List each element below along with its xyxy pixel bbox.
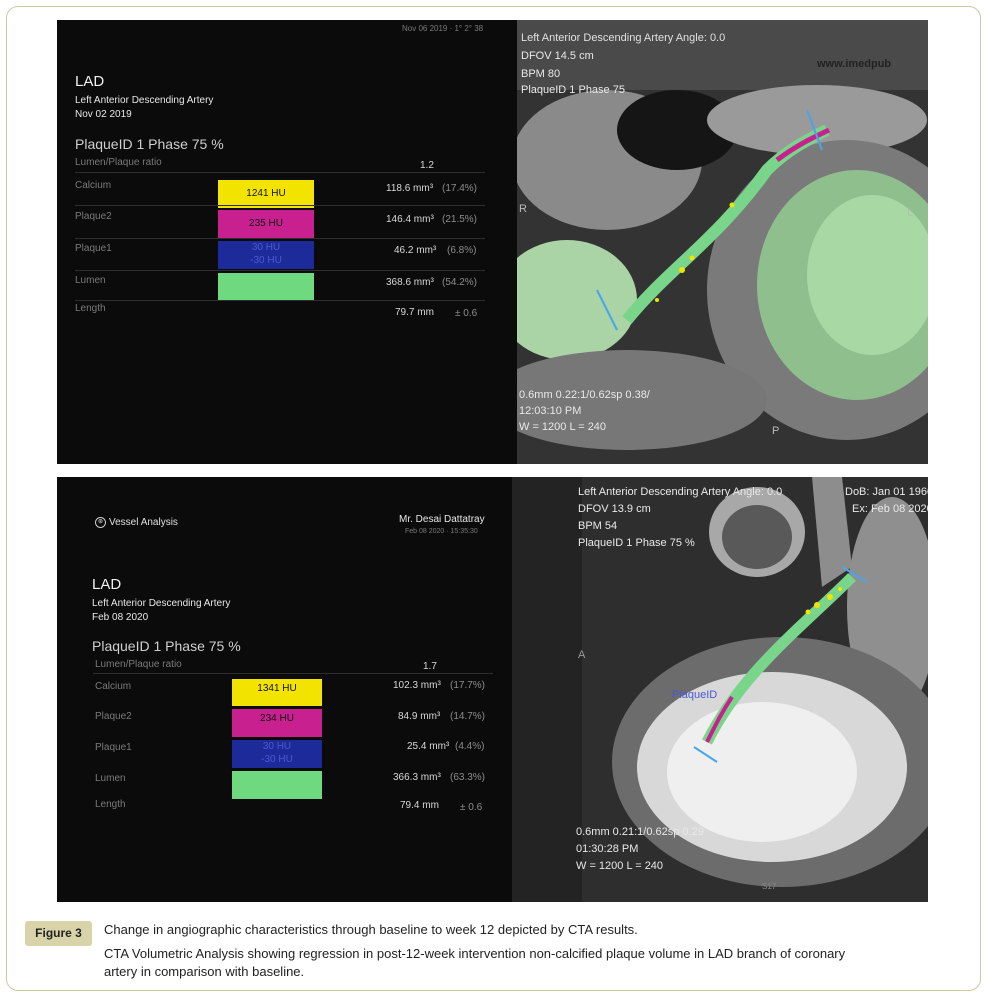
plaque1-swatch: 30 HU -30 HU	[232, 740, 322, 768]
ct-exam-date: Ex: Feb 08 2020	[852, 503, 928, 515]
plaque-header: PlaqueID 1 Phase 75 %	[92, 638, 241, 654]
row-label-lumen: Lumen	[75, 275, 106, 286]
figure-badge: Figure 3	[25, 921, 92, 946]
orientation-marker-l: L	[907, 207, 914, 219]
lumen-volume: 366.3 mm³	[393, 772, 441, 783]
orientation-marker-p: P	[772, 425, 780, 437]
ct-footer-window: W = 1200 L = 240	[576, 860, 664, 872]
calcium-percent: (17.4%)	[442, 183, 478, 194]
screenshot-panel-baseline: Nov 06 2019 · 1° 2° 38 LAD Left Anterior…	[57, 20, 928, 464]
plaque1-volume: 46.2 mm³	[394, 245, 437, 256]
plaque2-volume: 84.9 mm³	[398, 711, 441, 722]
timestamp: Feb 08 2020 · 15:35:30	[405, 528, 478, 535]
row-label-plaque2: Plaque2	[95, 711, 132, 722]
calcium-volume: 118.6 mm³	[386, 183, 434, 194]
calcium-swatch: 1341 HU	[232, 679, 322, 706]
plaque1-percent: (6.8%)	[447, 245, 477, 256]
ct-dfov: DFOV 14.5 cm	[521, 50, 594, 62]
row-label-length: Length	[75, 303, 106, 314]
vessel-name: Left Anterior Descending Artery	[92, 598, 231, 609]
plaque2-percent: (14.7%)	[450, 711, 486, 722]
calcium-volume: 102.3 mm³	[393, 680, 441, 691]
study-date: Nov 02 2019	[75, 109, 132, 120]
ratio-label: Lumen/Plaque ratio	[95, 659, 182, 670]
ct-bottom-label: S17	[762, 882, 777, 891]
lumen-volume: 368.6 mm³	[386, 277, 434, 288]
ct-footer-time: 01:30:28 PM	[576, 843, 639, 855]
ct-plaque-tag: PlaqueID	[672, 689, 718, 701]
length-value: 79.7 mm	[395, 307, 434, 318]
orientation-marker-a: A	[578, 649, 586, 661]
row-label-calcium: Calcium	[75, 180, 112, 191]
vessel-code: LAD	[92, 576, 122, 593]
plaque2-volume: 146.4 mm³	[386, 214, 434, 225]
ct-plaque-id: PlaqueID 1 Phase 75	[521, 84, 625, 96]
ratio-value: 1.7	[423, 661, 437, 672]
row-label-calcium: Calcium	[95, 681, 132, 692]
ct-image-baseline: Left Anterior Descending Artery Angle: 0…	[517, 20, 928, 464]
plaque1-percent: (4.4%)	[455, 741, 485, 752]
plaque1-swatch: 30 HU -30 HU	[218, 241, 314, 269]
ct-scan-graphic	[512, 477, 928, 902]
lumen-percent: (63.3%)	[450, 772, 486, 783]
ct-footer-window: W = 1200 L = 240	[519, 421, 607, 433]
watermark: www.imedpub	[817, 58, 892, 70]
ct-footer-time: 12:03:10 PM	[519, 405, 582, 417]
row-label-length: Length	[95, 799, 126, 810]
plaque-header: PlaqueID 1 Phase 75 %	[75, 136, 224, 152]
app-title: ⊛ Vessel Analysis	[95, 517, 178, 528]
ratio-value: 1.2	[420, 160, 434, 171]
divider	[93, 673, 493, 674]
row-label-plaque1: Plaque1	[95, 742, 132, 753]
calcium-percent: (17.7%)	[450, 680, 486, 691]
study-date: Feb 08 2020	[92, 612, 149, 623]
divider	[75, 205, 485, 206]
ge-logo-icon: ⊛	[95, 517, 106, 528]
length-value: 79.4 mm	[400, 800, 439, 811]
ct-image-week12: Left Anterior Descending Artery Angle: 0…	[512, 477, 928, 902]
ct-footer-slice: 0.6mm 0.21:1/0.62sp 0.29	[576, 826, 704, 838]
caption-line-1: Change in angiographic characteristics t…	[104, 922, 638, 937]
ct-header: Left Anterior Descending Artery Angle: 0…	[521, 32, 726, 44]
ratio-label: Lumen/Plaque ratio	[75, 157, 162, 168]
divider	[75, 300, 485, 301]
vessel-name: Left Anterior Descending Artery	[75, 95, 214, 106]
screenshot-panel-week12: ⊛ Vessel Analysis Mr. Desai Dattatray Feb…	[57, 477, 928, 902]
vessel-code: LAD	[75, 73, 105, 90]
divider	[75, 172, 485, 173]
plaque2-swatch: 234 HU	[232, 709, 322, 737]
row-label-plaque1: Plaque1	[75, 243, 112, 254]
divider	[75, 270, 485, 271]
app-name: Vessel Analysis	[109, 517, 178, 529]
timestamp: Nov 06 2019 · 1° 2° 38	[402, 24, 484, 33]
lumen-swatch	[218, 273, 314, 301]
ct-bpm: BPM 80	[521, 68, 561, 80]
ct-dfov: DFOV 13.9 cm	[578, 503, 651, 515]
caption-line-3: artery in comparison with baseline.	[104, 964, 305, 979]
lumen-swatch	[232, 771, 322, 799]
lumen-percent: (54.2%)	[442, 277, 478, 288]
plaque2-swatch: 235 HU	[218, 210, 314, 238]
vessel-analysis-report-week12: ⊛ Vessel Analysis Mr. Desai Dattatray Feb…	[57, 477, 517, 902]
divider	[75, 238, 485, 239]
ct-footer-slice: 0.6mm 0.22:1/0.62sp 0.38/	[519, 389, 650, 401]
plaque1-volume: 25.4 mm³	[407, 741, 450, 752]
length-tolerance: ± 0.6	[460, 802, 483, 813]
vessel-analysis-report-baseline: Nov 06 2019 · 1° 2° 38 LAD Left Anterior…	[57, 20, 517, 464]
ct-bpm: BPM 54	[578, 520, 618, 532]
patient-name: Mr. Desai Dattatray	[399, 514, 485, 525]
caption-line-2: CTA Volumetric Analysis showing regressi…	[104, 946, 846, 961]
ct-dob: DoB: Jan 01 1960	[845, 486, 928, 498]
ct-plaque-id: PlaqueID 1 Phase 75 %	[578, 537, 695, 549]
plaque2-percent: (21.5%)	[442, 214, 478, 225]
orientation-marker-r: R	[519, 203, 527, 215]
calcium-swatch: 1241 HU	[218, 180, 314, 208]
row-label-lumen: Lumen	[95, 773, 126, 784]
length-tolerance: ± 0.6	[455, 308, 478, 319]
row-label-plaque2: Plaque2	[75, 211, 112, 222]
ct-header: Left Anterior Descending Artery Angle: 0…	[578, 486, 783, 498]
